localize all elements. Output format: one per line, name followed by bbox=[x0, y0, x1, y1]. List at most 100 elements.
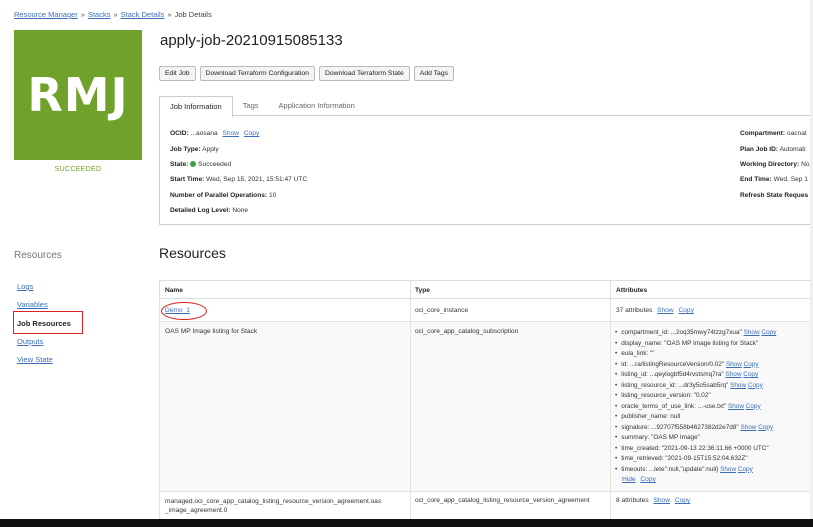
resource-type-cell: oci_core_app_catalog_subscription bbox=[415, 328, 519, 335]
column-divider bbox=[610, 322, 611, 491]
working-directory-label: Working Directory: bbox=[740, 161, 800, 168]
attribute-item: signature: ...92707f558b4627382d2e7d8" S… bbox=[615, 423, 776, 434]
toolbar: Edit Job Download Terraform Configuratio… bbox=[159, 66, 455, 81]
resource-name-cell: managed.oci_core_app_catalog_listing_res… bbox=[165, 497, 381, 515]
attribute-item: oracle_terms_of_use_link: ...-use.txt" S… bbox=[615, 402, 776, 413]
nav-item-outputs[interactable]: Outputs bbox=[17, 337, 43, 346]
attribute-show-link[interactable]: Show bbox=[720, 466, 736, 473]
attribute-show-link[interactable]: Show bbox=[726, 361, 742, 368]
compartment-row: Compartment: oacnat bbox=[740, 130, 807, 137]
ocid-label: OCID: bbox=[170, 130, 189, 137]
attributes-copy-link[interactable]: Copy bbox=[675, 497, 690, 504]
refresh-state-row: Refresh State Reques bbox=[740, 192, 808, 199]
column-header-type[interactable]: Type bbox=[415, 287, 430, 294]
attribute-show-link[interactable]: Show bbox=[744, 329, 760, 336]
attribute-actions: Hide Copy bbox=[622, 476, 656, 483]
attributes-copy-link[interactable]: Copy bbox=[678, 307, 693, 314]
nav-highlight-annotation bbox=[13, 311, 83, 334]
table-row: OAS MP Image listing for Stack oci_core_… bbox=[159, 322, 813, 492]
log-level-label: Detailed Log Level: bbox=[170, 207, 231, 214]
attributes-count: 8 attributes bbox=[616, 497, 649, 504]
parallel-ops-label: Number of Parallel Operations: bbox=[170, 192, 268, 199]
attribute-show-link[interactable]: Show bbox=[730, 382, 746, 389]
parallel-ops-row: Number of Parallel Operations: 10 bbox=[170, 192, 276, 199]
attribute-item: publisher_name: null bbox=[615, 412, 776, 423]
breadcrumb-stack-details[interactable]: Stack Details bbox=[121, 10, 165, 19]
column-header-name[interactable]: Name bbox=[165, 287, 183, 294]
attribute-copy-link[interactable]: Copy bbox=[744, 361, 759, 368]
attribute-list: compartment_id: ...2oq35mwy74tzzg7xua" S… bbox=[615, 328, 776, 475]
working-directory-value: No bbox=[801, 161, 810, 168]
refresh-state-label: Refresh State Reques bbox=[740, 192, 809, 199]
tab-job-information[interactable]: Job Information bbox=[159, 96, 233, 118]
state-label: State: bbox=[170, 161, 189, 168]
state-row: State: Succeeded bbox=[170, 161, 231, 168]
column-divider bbox=[410, 492, 411, 519]
attribute-item: compartment_id: ...2oq35mwy74tzzg7xua" S… bbox=[615, 328, 776, 339]
nav-item-view-state[interactable]: View State bbox=[17, 355, 53, 364]
job-badge: RMJ bbox=[14, 30, 142, 160]
download-terraform-state-button[interactable]: Download Terraform State bbox=[318, 66, 410, 81]
attributes-show-link[interactable]: Show bbox=[653, 497, 670, 504]
attributes-count: 37 attributes bbox=[616, 307, 653, 314]
attribute-item: eula_link: "" bbox=[615, 349, 776, 360]
column-divider bbox=[610, 281, 611, 298]
attribute-copy-link[interactable]: Copy bbox=[738, 466, 753, 473]
breadcrumb: Resource Manager» Stacks» Stack Details» Jo… bbox=[14, 10, 212, 19]
attribute-copy-link[interactable]: Copy bbox=[743, 371, 758, 378]
nav-item-logs[interactable]: Logs bbox=[17, 282, 33, 291]
attribute-copy-link[interactable]: Copy bbox=[758, 424, 773, 431]
state-success-icon bbox=[190, 161, 197, 167]
edit-job-button[interactable]: Edit Job bbox=[159, 66, 196, 81]
breadcrumb-resource-manager[interactable]: Resource Manager bbox=[14, 10, 78, 19]
download-terraform-configuration-button[interactable]: Download Terraform Configuration bbox=[199, 66, 315, 81]
attribute-show-link[interactable]: Show bbox=[740, 424, 756, 431]
end-time-value: Wed, Sep 1 bbox=[773, 176, 808, 183]
resource-type-cell: oci_core_instance bbox=[415, 307, 469, 314]
page-title: apply-job-20210915085133 bbox=[160, 32, 343, 49]
column-divider bbox=[410, 299, 411, 321]
breadcrumb-separator: » bbox=[80, 10, 85, 19]
breadcrumb-current: Job Details bbox=[174, 10, 212, 19]
parallel-ops-value: 10 bbox=[268, 192, 277, 199]
plan-job-value: Automati bbox=[779, 146, 806, 153]
attribute-copy-link[interactable]: Copy bbox=[748, 382, 763, 389]
job-type-label: Job Type: bbox=[170, 146, 201, 153]
compartment-value: oacnat bbox=[786, 130, 807, 137]
state-value: Succeeded bbox=[198, 161, 232, 168]
attributes-show-link[interactable]: Show bbox=[657, 307, 674, 314]
status-label: SUCCEEDED bbox=[54, 166, 102, 173]
ocid-copy-link[interactable]: Copy bbox=[244, 130, 259, 137]
working-directory-row: Working Directory: No bbox=[740, 161, 810, 168]
start-time-label: Start Time: bbox=[170, 176, 205, 183]
column-divider bbox=[410, 322, 411, 491]
column-divider bbox=[610, 299, 611, 321]
column-divider bbox=[610, 492, 611, 519]
breadcrumb-stacks[interactable]: Stacks bbox=[88, 10, 111, 19]
attribute-item: listing_resource_version: "0.02" bbox=[615, 391, 776, 402]
ocid-show-link[interactable]: Show bbox=[223, 130, 240, 137]
nav-item-variables[interactable]: Variables bbox=[17, 300, 48, 309]
resource-attributes-cell: 8 attributes Show Copy bbox=[616, 497, 690, 504]
ocid-row: OCID: ...aosana Show Copy bbox=[170, 130, 259, 137]
attribute-show-link[interactable]: Show bbox=[728, 403, 744, 410]
attributes-copy-all-link[interactable]: Copy bbox=[640, 476, 655, 483]
table-row: managed.oci_core_app_catalog_listing_res… bbox=[159, 492, 813, 520]
attribute-item: time_retrieved: "2021-09-15T15:52:04.632… bbox=[615, 454, 776, 465]
attributes-hide-link[interactable]: Hide bbox=[622, 476, 636, 483]
resource-name-cell: Demo_1 bbox=[161, 302, 207, 320]
add-tags-button[interactable]: Add Tags bbox=[413, 66, 455, 81]
breadcrumb-separator: » bbox=[167, 10, 172, 19]
end-time-label: End Time: bbox=[740, 176, 772, 183]
log-level-value: None bbox=[232, 207, 249, 214]
compartment-label: Compartment: bbox=[740, 130, 786, 137]
column-header-attributes[interactable]: Attributes bbox=[616, 287, 647, 294]
breadcrumb-separator: » bbox=[113, 10, 118, 19]
attribute-copy-link[interactable]: Copy bbox=[761, 329, 776, 336]
start-time-value: Wed, Sep 15, 2021, 15:51:47 UTC bbox=[206, 176, 308, 183]
ocid-value: ...aosana bbox=[190, 130, 218, 137]
attribute-show-link[interactable]: Show bbox=[725, 371, 741, 378]
attribute-item: display_name: "OAS MP Image listing for … bbox=[615, 339, 776, 350]
attribute-copy-link[interactable]: Copy bbox=[746, 403, 761, 410]
table-header: Name Type Attributes bbox=[159, 280, 813, 299]
